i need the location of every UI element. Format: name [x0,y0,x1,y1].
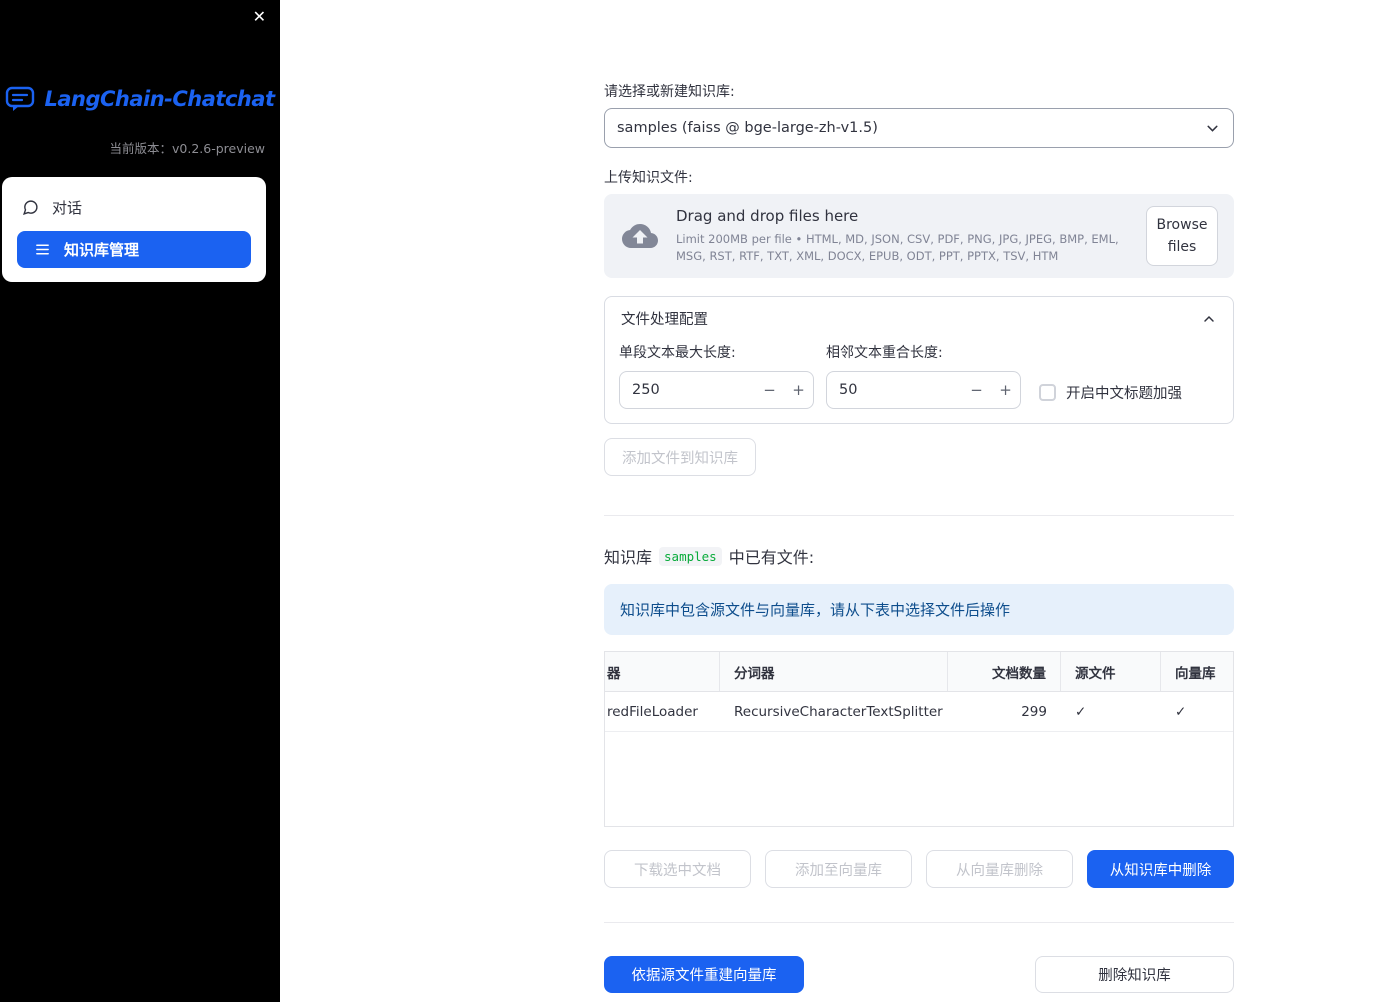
max-length-label: 单段文本最大长度: [619,345,736,361]
table-row[interactable]: redFileLoader RecursiveCharacterTextSpli… [605,692,1233,732]
version-value: v0.2.6-preview [172,141,265,156]
delete-kb-button[interactable]: 删除知识库 [1035,956,1234,993]
kb-select-label: 请选择或新建知识库: [604,84,735,100]
cell-source-file-check: ✓ [1075,703,1087,720]
step-up-button[interactable]: + [991,381,1020,399]
sidebar-item-label: 对话 [52,198,83,217]
col-header-vector-store[interactable]: 向量库 [1161,652,1233,691]
cloud-upload-icon [620,221,660,251]
bottom-actions: 依据源文件重建向量库 删除知识库 [604,956,1234,993]
list-icon [34,241,51,258]
file-dropzone[interactable]: Drag and drop files here Limit 200MB per… [604,194,1234,278]
kb-files-heading: 知识库 samples 中已有文件: [604,544,1234,568]
cell-loader: redFileLoader [607,703,698,720]
sidebar-menu: 对话 知识库管理 [2,177,266,282]
overlap-length-value: 50 [839,382,858,398]
max-length-input[interactable]: 250 − + [619,371,814,409]
cell-splitter: RecursiveCharacterTextSplitter [734,703,943,720]
expander-title: 文件处理配置 [621,312,708,328]
browse-files-button[interactable]: Browse files [1146,205,1218,267]
chevron-up-icon [1201,311,1217,327]
checkbox-box[interactable] [1039,384,1056,401]
sidebar: ✕ LangChain-Chatchat 当前版本：v0.2.6-preview… [0,0,280,1002]
step-down-button[interactable]: − [755,381,784,399]
table-header-row: 器 分词器 文档数量 源文件 向量库 [605,652,1233,692]
file-config-expander: 文件处理配置 单段文本最大长度: 250 − + 相邻文本重合长度: 50 − … [604,296,1234,424]
divider [604,515,1234,516]
download-selected-button[interactable]: 下载选中文档 [604,850,751,888]
logo-text: LangChain-Chatchat [44,87,275,111]
cell-doc-count: 299 [1021,703,1047,720]
col-header-splitter[interactable]: 分词器 [720,652,948,691]
sidebar-item-dialogue[interactable]: 对话 [2,187,266,227]
dropzone-limits: Limit 200MB per file • HTML, MD, JSON, C… [676,232,1119,263]
chevron-down-icon [1204,120,1221,137]
files-table: 器 分词器 文档数量 源文件 向量库 redFileLoader Recursi… [604,651,1234,827]
info-box: 知识库中包含源文件与向量库，请从下表中选择文件后操作 [604,584,1234,635]
divider [604,922,1234,923]
version-text: 当前版本：v0.2.6-preview [0,138,280,157]
delete-from-vector-store-button[interactable]: 从向量库删除 [926,850,1073,888]
col-header-loader[interactable]: 器 [605,652,720,691]
col-header-doc-count[interactable]: 文档数量 [948,652,1061,691]
kb-files-prefix: 知识库 [604,548,653,567]
upload-label: 上传知识文件: [604,170,693,186]
delete-from-kb-button[interactable]: 从知识库中删除 [1087,850,1234,888]
checkbox-label: 开启中文标题加强 [1066,386,1182,402]
zh-title-enhance-checkbox[interactable]: 开启中文标题加强 [1039,382,1182,403]
kb-name-code: samples [659,546,722,566]
close-icon[interactable]: ✕ [253,8,266,26]
app-logo: LangChain-Chatchat [0,86,280,112]
logo-chat-icon [5,86,35,112]
sidebar-item-label: 知识库管理 [64,241,140,259]
version-label: 当前版本： [109,141,172,156]
kb-files-suffix: 中已有文件: [728,548,815,567]
cell-vector-store-check: ✓ [1175,703,1187,720]
add-files-to-kb-button[interactable]: 添加文件到知识库 [604,438,756,476]
table-action-buttons: 下载选中文档 添加至向量库 从向量库删除 从知识库中删除 [604,850,1234,888]
overlap-length-label: 相邻文本重合长度: [826,345,943,361]
dropzone-title: Drag and drop files here [676,207,859,226]
step-down-button[interactable]: − [962,381,991,399]
expander-header[interactable]: 文件处理配置 [605,297,1233,340]
main-area: 请选择或新建知识库: samples (faiss @ bge-large-zh… [280,0,1380,1002]
col-header-source-file[interactable]: 源文件 [1061,652,1161,691]
dropzone-text: Drag and drop files here Limit 200MB per… [676,207,1130,264]
step-up-button[interactable]: + [784,381,813,399]
overlap-length-input[interactable]: 50 − + [826,371,1021,409]
kb-select[interactable]: samples (faiss @ bge-large-zh-v1.5) [604,108,1234,148]
kb-select-value: samples (faiss @ bge-large-zh-v1.5) [617,120,878,136]
max-length-value: 250 [632,382,660,398]
chat-bubble-icon [22,199,39,216]
sidebar-item-kb-management[interactable]: 知识库管理 [17,231,251,268]
expander-body: 单段文本最大长度: 250 − + 相邻文本重合长度: 50 − + 开启中文标… [605,340,1233,409]
rebuild-vector-store-button[interactable]: 依据源文件重建向量库 [604,956,804,993]
add-to-vector-store-button[interactable]: 添加至向量库 [765,850,912,888]
